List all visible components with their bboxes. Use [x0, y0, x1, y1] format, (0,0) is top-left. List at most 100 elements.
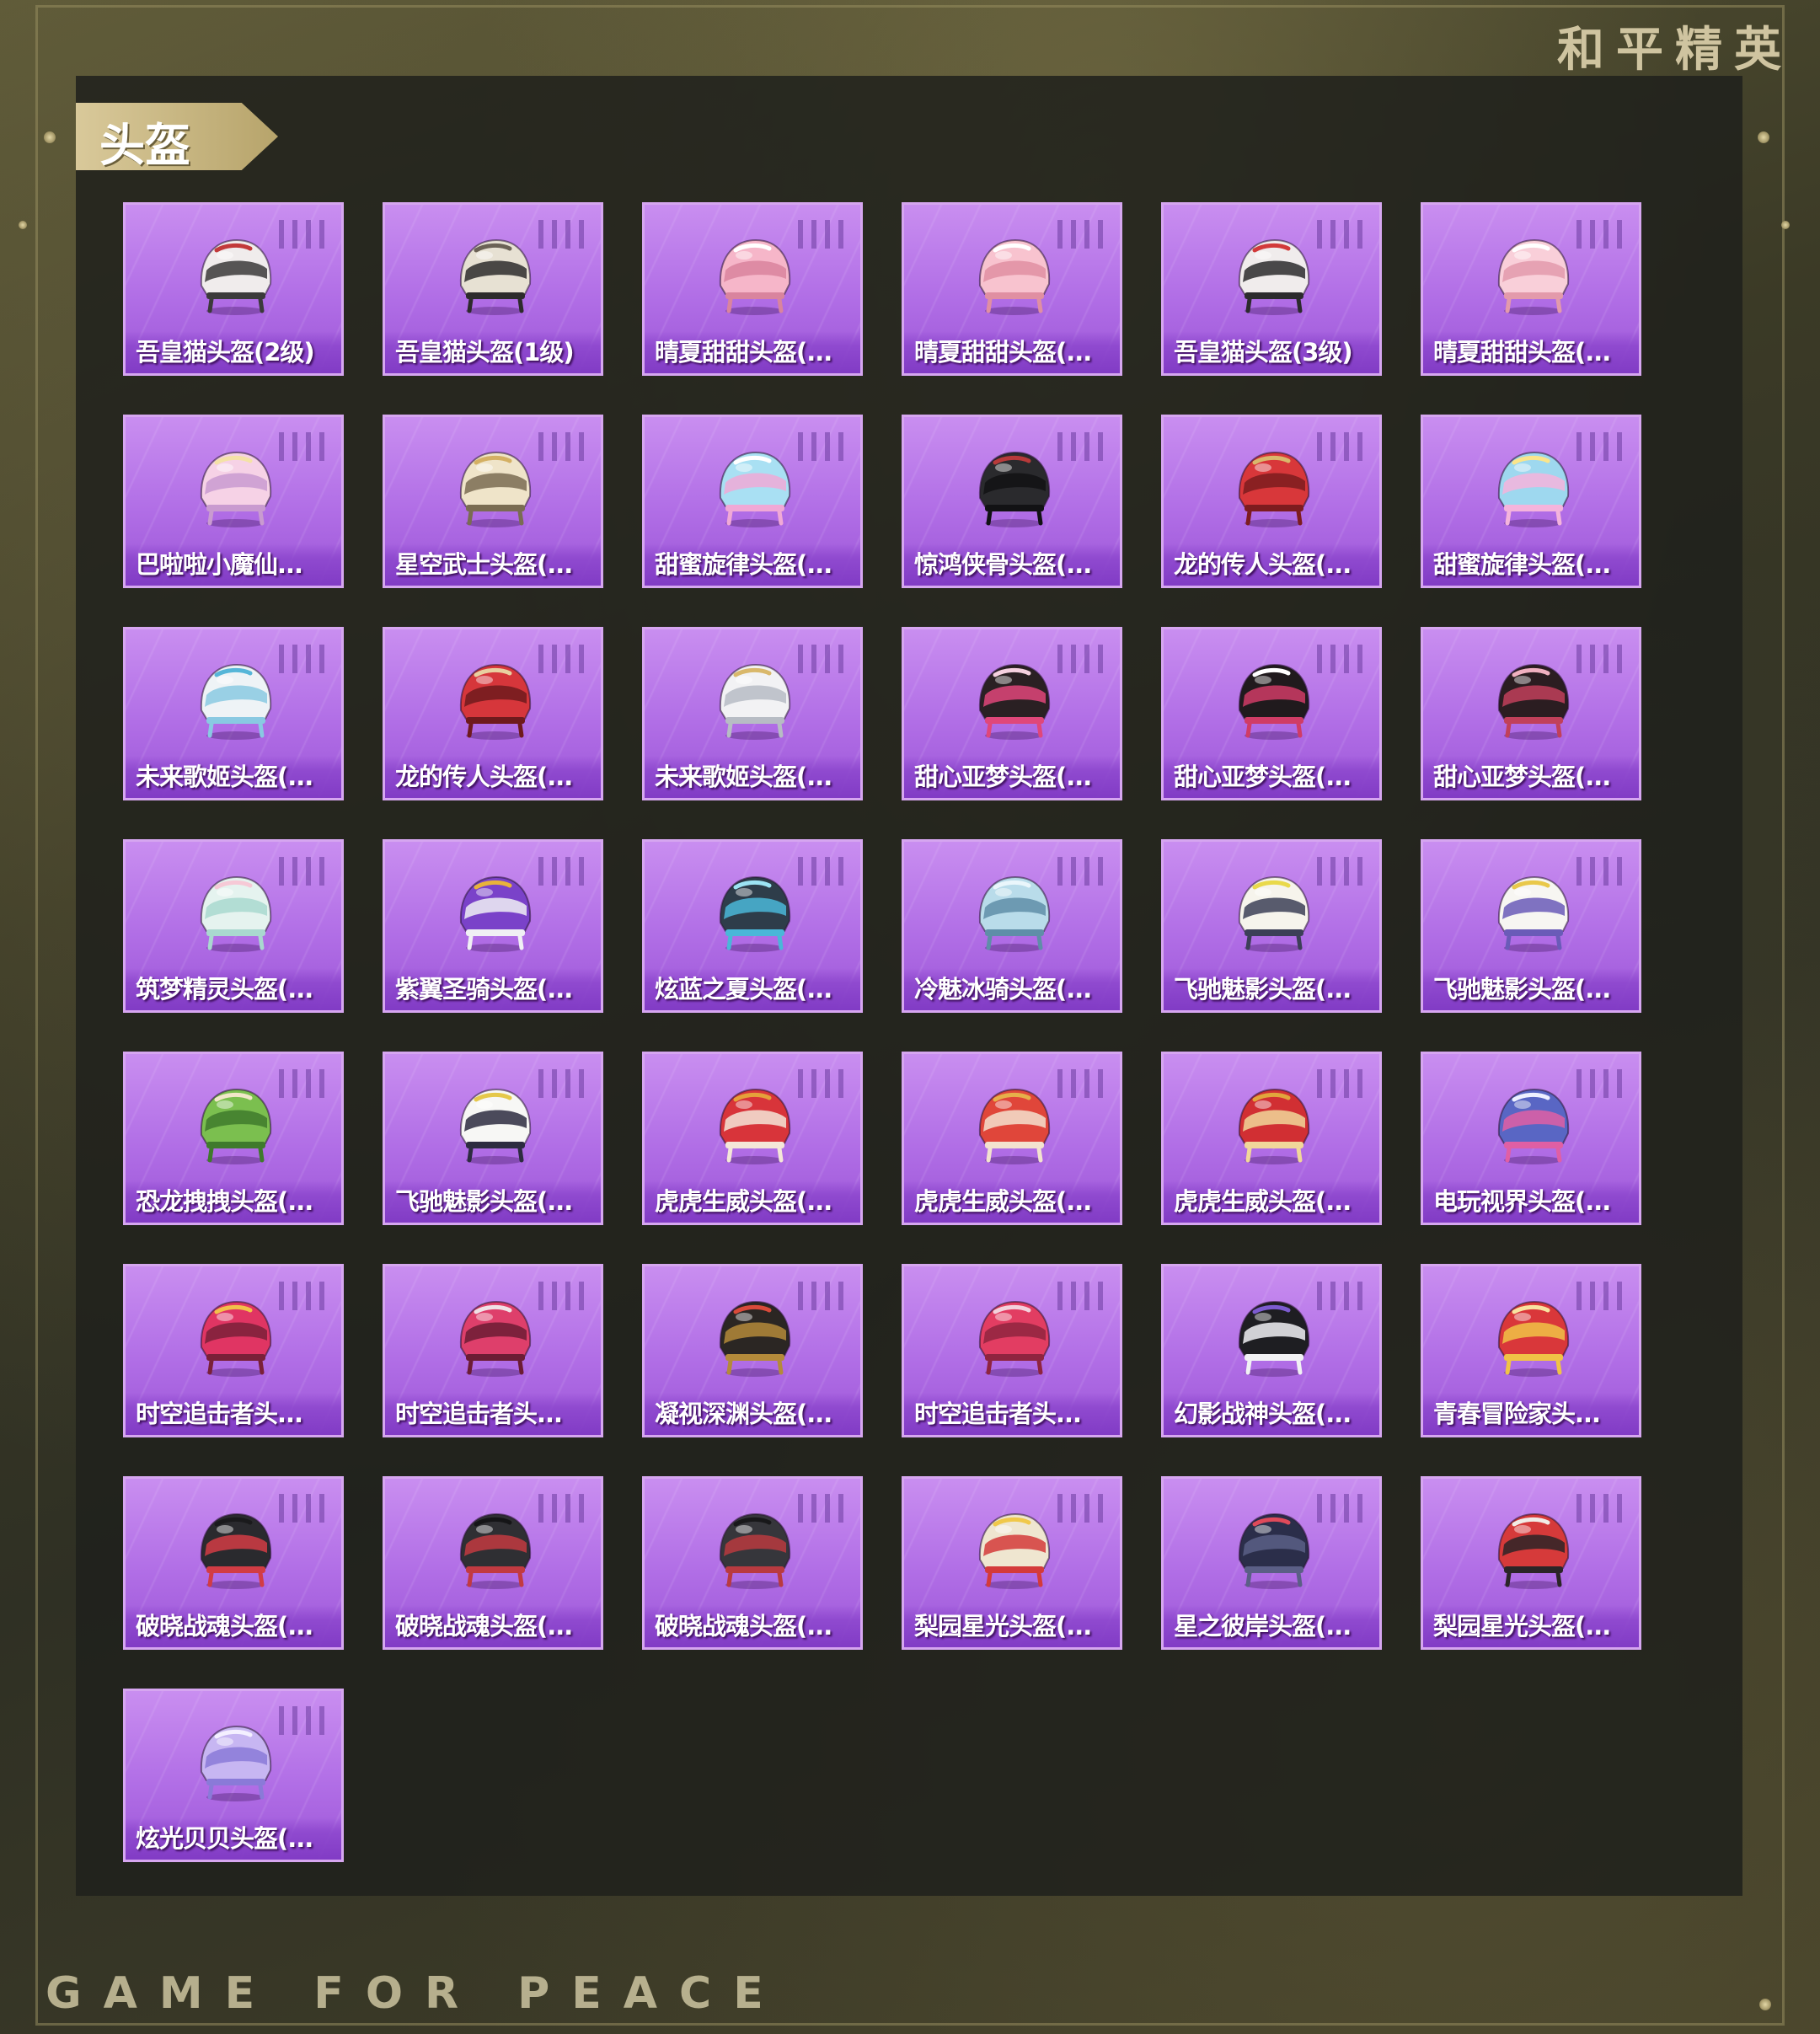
helmet-card[interactable]: 飞驰魅影头盔(...: [383, 1052, 603, 1225]
melody-helmet-icon: [719, 451, 791, 527]
rarity-bars-icon: [279, 432, 324, 461]
helmet-card[interactable]: 破晓战魂头盔(...: [123, 1476, 344, 1650]
helmet-name: 甜心亚梦头盔(...: [914, 763, 1092, 791]
helmet-card[interactable]: 飞驰魅影头盔(...: [1161, 839, 1382, 1013]
helmet-card[interactable]: 破晓战魂头盔(...: [383, 1476, 603, 1650]
sweet-helmet-icon: [1497, 663, 1570, 740]
rarity-bars-icon: [1576, 1494, 1622, 1523]
helmet-name: 甜心亚梦头盔(...: [1174, 763, 1352, 791]
helmet-name: 凝视深渊头盔(...: [655, 1400, 832, 1428]
helmet-name: 甜蜜旋律头盔(...: [655, 550, 832, 579]
helmet-name: 吾皇猫头盔(2级): [136, 338, 315, 367]
rarity-bars-icon: [798, 857, 843, 886]
corner-dot-icon: [44, 131, 56, 143]
helmet-card[interactable]: 未来歌姬头盔(...: [123, 627, 344, 800]
helmet-card[interactable]: 冷魅冰骑头盔(...: [902, 839, 1122, 1013]
helmet-card[interactable]: 晴夏甜甜头盔(...: [642, 202, 863, 376]
helmet-card[interactable]: 炫光贝贝头盔(...: [123, 1689, 344, 1862]
rarity-bars-icon: [1317, 1282, 1362, 1310]
helmet-card[interactable]: 炫蓝之夏头盔(...: [642, 839, 863, 1013]
section-title: 头盔: [99, 119, 190, 172]
helmet-card[interactable]: 时空追击者头...: [383, 1264, 603, 1437]
helmet-name: 未来歌姬头盔(...: [655, 763, 832, 791]
helmet-card[interactable]: 飞驰魅影头盔(...: [1421, 839, 1641, 1013]
helmet-card[interactable]: 甜蜜旋律头盔(...: [642, 415, 863, 588]
rarity-bars-icon: [538, 1282, 584, 1310]
helmet-card[interactable]: 甜心亚梦头盔(...: [902, 627, 1122, 800]
helmet-name: 龙的传人头盔(...: [395, 763, 573, 791]
helmet-name: 破晓战魂头盔(...: [395, 1612, 573, 1641]
helmet-card[interactable]: 龙的传人头盔(...: [383, 627, 603, 800]
gamer-helmet-icon: [1497, 1088, 1570, 1164]
helmet-card[interactable]: 青春冒险家头...: [1421, 1264, 1641, 1437]
helmet-card[interactable]: 电玩视界头盔(...: [1421, 1052, 1641, 1225]
helmet-name: 吾皇猫头盔(1级): [395, 338, 575, 367]
cat-helmet-icon: [1238, 238, 1310, 315]
racer-helmet-icon: [1238, 875, 1310, 952]
helmet-card[interactable]: 甜心亚梦头盔(...: [1421, 627, 1641, 800]
rarity-bars-icon: [279, 1282, 324, 1310]
helmet-name: 紫翼圣骑头盔(...: [395, 975, 573, 1004]
helmet-card[interactable]: 晴夏甜甜头盔(...: [902, 202, 1122, 376]
helmet-card[interactable]: 幻影战神头盔(...: [1161, 1264, 1382, 1437]
rarity-bars-icon: [798, 1494, 843, 1523]
helmet-card[interactable]: 筑梦精灵头盔(...: [123, 839, 344, 1013]
rarity-bars-icon: [279, 645, 324, 673]
helmet-card[interactable]: 虎虎生威头盔(...: [902, 1052, 1122, 1225]
helmet-card[interactable]: 星之彼岸头盔(...: [1161, 1476, 1382, 1650]
helmet-name: 晴夏甜甜头盔(...: [1433, 338, 1611, 367]
rarity-bars-icon: [1057, 432, 1103, 461]
helmet-card[interactable]: 梨园星光头盔(...: [902, 1476, 1122, 1650]
helmet-card[interactable]: 巴啦啦小魔仙...: [123, 415, 344, 588]
helmet-card[interactable]: 未来歌姬头盔(...: [642, 627, 863, 800]
rarity-bars-icon: [1057, 645, 1103, 673]
helmet-card[interactable]: 甜蜜旋律头盔(...: [1421, 415, 1641, 588]
summer-helmet-icon: [719, 875, 791, 952]
helmet-name: 星空武士头盔(...: [395, 550, 573, 579]
helmet-card[interactable]: 吾皇猫头盔(3级): [1161, 202, 1382, 376]
helmet-card[interactable]: 恐龙拽拽头盔(...: [123, 1052, 344, 1225]
helmet-card[interactable]: 惊鸿侠骨头盔(...: [902, 415, 1122, 588]
helmet-card[interactable]: 虎虎生威头盔(...: [1161, 1052, 1382, 1225]
helmet-card[interactable]: 破晓战魂头盔(...: [642, 1476, 863, 1650]
rarity-bars-icon: [1317, 1494, 1362, 1523]
fairy-helmet-icon: [200, 451, 272, 527]
helmet-card[interactable]: 凝视深渊头盔(...: [642, 1264, 863, 1437]
rarity-bars-icon: [1057, 220, 1103, 249]
rarity-bars-icon: [798, 220, 843, 249]
spike-helmet-icon: [459, 1512, 532, 1589]
helmet-card[interactable]: 吾皇猫头盔(1级): [383, 202, 603, 376]
opera-helmet-icon: [1497, 1512, 1570, 1589]
tiger-helmet-icon: [719, 1088, 791, 1164]
spike-helmet-icon: [719, 1512, 791, 1589]
helmet-card[interactable]: 吾皇猫头盔(2级): [123, 202, 344, 376]
helmet-card[interactable]: 星空武士头盔(...: [383, 415, 603, 588]
pink-helmet-icon: [978, 238, 1051, 315]
rarity-bars-icon: [1317, 1069, 1362, 1098]
helmet-name: 炫光贝贝头盔(...: [136, 1824, 313, 1853]
helmet-card[interactable]: 龙的传人头盔(...: [1161, 415, 1382, 588]
rarity-bars-icon: [279, 857, 324, 886]
helmet-name: 恐龙拽拽头盔(...: [136, 1187, 313, 1216]
helmet-name: 虎虎生威头盔(...: [1174, 1187, 1352, 1216]
star-helmet-icon: [1238, 1512, 1310, 1589]
helmet-card[interactable]: 甜心亚梦头盔(...: [1161, 627, 1382, 800]
rarity-bars-icon: [1057, 1494, 1103, 1523]
helmet-name: 梨园星光头盔(...: [914, 1612, 1092, 1641]
melody-helmet-icon: [1497, 451, 1570, 527]
helmet-name: 虎虎生威头盔(...: [655, 1187, 832, 1216]
rarity-bars-icon: [538, 1494, 584, 1523]
helmet-card[interactable]: 时空追击者头...: [902, 1264, 1122, 1437]
rarity-bars-icon: [1317, 220, 1362, 249]
helmet-card[interactable]: 梨园星光头盔(...: [1421, 1476, 1641, 1650]
helmet-name: 飞驰魅影头盔(...: [395, 1187, 573, 1216]
diva-helmet-icon: [719, 663, 791, 740]
rarity-bars-icon: [1576, 1282, 1622, 1310]
helmet-card[interactable]: 时空追击者头...: [123, 1264, 344, 1437]
helmet-name: 惊鸿侠骨头盔(...: [914, 550, 1092, 579]
rarity-bars-icon: [1057, 1282, 1103, 1310]
helmet-card[interactable]: 晴夏甜甜头盔(...: [1421, 202, 1641, 376]
helmet-card[interactable]: 虎虎生威头盔(...: [642, 1052, 863, 1225]
pink-helmet-icon: [719, 238, 791, 315]
helmet-card[interactable]: 紫翼圣骑头盔(...: [383, 839, 603, 1013]
